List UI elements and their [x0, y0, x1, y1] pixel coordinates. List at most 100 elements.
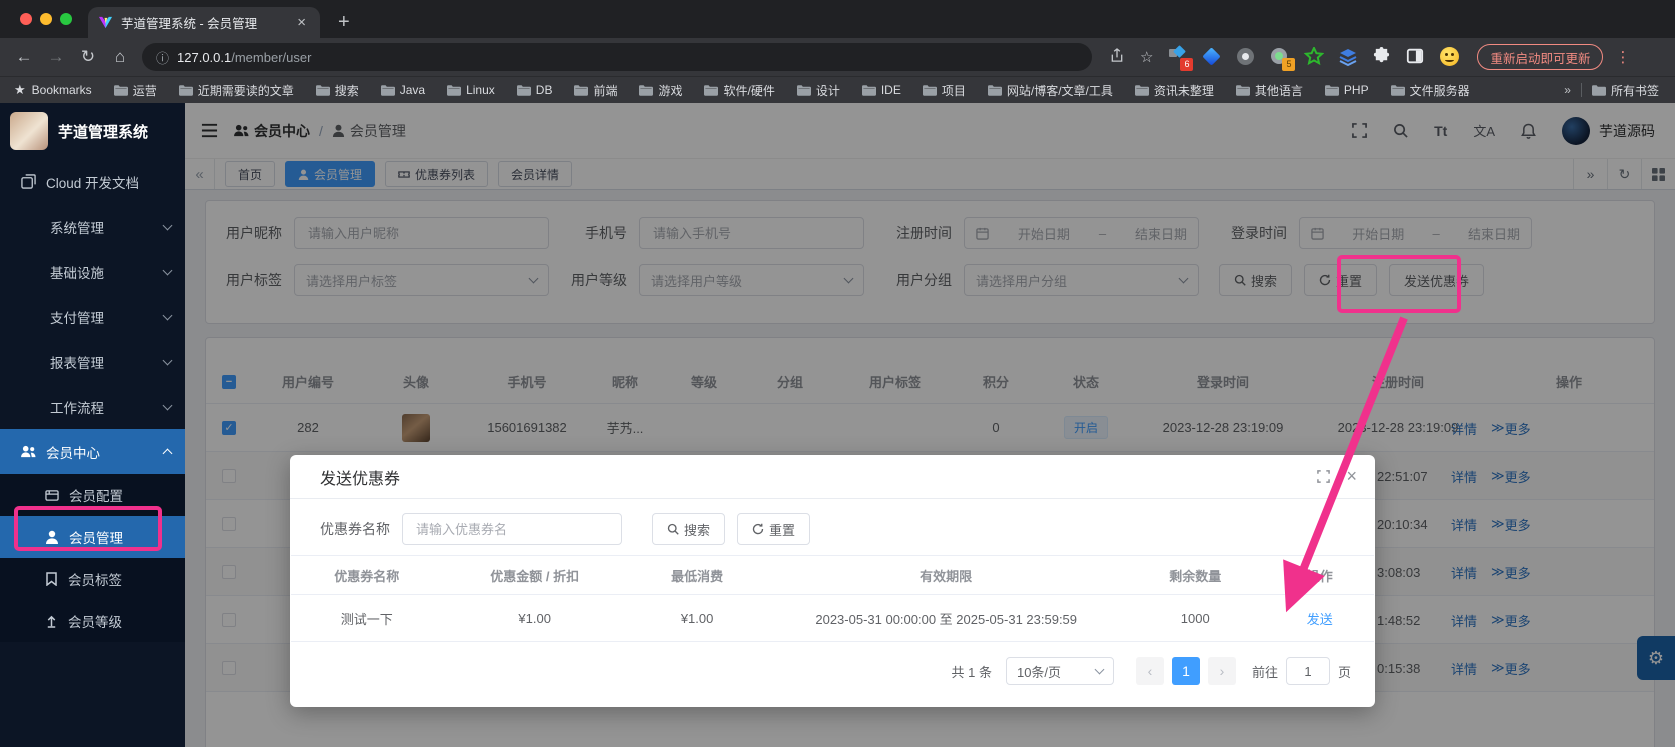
browser-tab[interactable]: 芋道管理系统 - 会员管理 ×	[88, 7, 320, 38]
site-info-icon[interactable]: ⓘ	[156, 48, 169, 67]
maximize-window-button[interactable]	[60, 13, 72, 25]
address-bar[interactable]: ⓘ 127.0.0.1/member/user	[142, 43, 1092, 71]
folder-icon	[1391, 85, 1405, 96]
sidebar-group[interactable]: 工作流程	[0, 384, 185, 429]
folder-icon	[114, 85, 128, 96]
folder-icon	[1592, 85, 1606, 96]
bookmarks-overflow-icon[interactable]: »	[1564, 83, 1571, 97]
window-controls	[20, 13, 80, 25]
bookmark-folder[interactable]: 软件/硬件	[704, 82, 774, 99]
chevron-down-icon	[163, 400, 173, 410]
coupon-name-input[interactable]	[414, 521, 610, 538]
sidebar-item-member-tag[interactable]: 会员标签	[0, 558, 185, 600]
all-bookmarks-folder[interactable]: 所有书签	[1592, 82, 1659, 99]
chrome-menu-icon[interactable]: ⋮	[1615, 48, 1630, 66]
sidebar-item-member-config[interactable]: 会员配置	[0, 474, 185, 516]
sidebar-item-member-manage[interactable]: 会员管理	[0, 516, 185, 558]
extension-diamond-icon[interactable]	[1202, 47, 1222, 67]
bookmark-folder[interactable]: 文件服务器	[1391, 82, 1470, 99]
bookmark-folder-label: Java	[400, 83, 425, 97]
sidebar-group[interactable]: 基础设施	[0, 249, 185, 294]
reload-icon[interactable]: ↻	[72, 47, 104, 67]
folder-icon	[1236, 85, 1250, 96]
bookmark-folder[interactable]: Java	[381, 83, 425, 97]
bookmark-folder[interactable]: 游戏	[639, 82, 682, 99]
chevron-down-icon	[163, 310, 173, 320]
prev-page-button[interactable]: ‹	[1136, 657, 1164, 685]
send-coupon-dialog: 发送优惠券 × 优惠券名称 搜索 重置	[290, 455, 1375, 707]
extension-adguard-icon[interactable]: 6	[1168, 47, 1188, 67]
back-icon[interactable]: ←	[8, 47, 40, 67]
folder-icon	[862, 85, 876, 96]
new-tab-button[interactable]: +	[338, 8, 350, 36]
chevron-down-icon	[163, 355, 173, 365]
sidebar-item-label: 会员等级	[68, 611, 122, 631]
minimize-window-button[interactable]	[40, 13, 52, 25]
share-icon[interactable]	[1110, 48, 1124, 67]
coupon-name-input-wrap	[402, 513, 622, 545]
sidebar-item-member-center[interactable]: 会员中心	[0, 429, 185, 474]
bookmark-folder[interactable]: 网站/博客/文章/工具	[988, 82, 1113, 99]
sidebar-group[interactable]: 报表管理	[0, 339, 185, 384]
bookmark-folder[interactable]: 运营	[114, 82, 157, 99]
coupon-table-row: 测试一下 ¥1.00 ¥1.00 2023-05-31 00:00:00 至 2…	[291, 595, 1374, 642]
bookmark-folder[interactable]: IDE	[862, 83, 901, 97]
sidebar-item-cloud-doc[interactable]: Cloud 开发文档	[0, 159, 185, 204]
refresh-icon	[752, 523, 764, 535]
bookmark-folder[interactable]: Linux	[447, 83, 495, 97]
extension-green-star-icon[interactable]	[1304, 47, 1324, 67]
bookmark-folder[interactable]: 前端	[574, 82, 617, 99]
forward-icon[interactable]: →	[40, 47, 72, 67]
sidebar-group[interactable]: 系统管理	[0, 204, 185, 249]
goto-page-input[interactable]	[1286, 657, 1330, 685]
bookmark-folder[interactable]: 其他语言	[1236, 82, 1303, 99]
folder-icon	[316, 85, 330, 96]
sidebar-group-label: 基础设施	[50, 262, 164, 282]
relaunch-to-update-button[interactable]: 重新启动即可更新	[1477, 44, 1603, 70]
page-size-select[interactable]: 10条/页	[1006, 657, 1114, 685]
extension-circle-icon[interactable]	[1236, 47, 1256, 67]
extension-green-circle-icon[interactable]: 5	[1270, 47, 1290, 67]
close-window-button[interactable]	[20, 13, 32, 25]
dialog-search-button[interactable]: 搜索	[652, 513, 725, 545]
divider	[1581, 83, 1582, 97]
folder-icon	[704, 85, 718, 96]
extension-layers-icon[interactable]	[1338, 47, 1358, 67]
profile-emoji-icon[interactable]	[1440, 47, 1460, 67]
bookmarks-label[interactable]: Bookmarks	[32, 83, 92, 97]
bookmark-folder[interactable]: DB	[517, 83, 553, 97]
app-logo	[10, 112, 48, 150]
bookmark-folder-label: 其他语言	[1255, 82, 1303, 99]
send-link[interactable]: 发送	[1266, 609, 1374, 628]
bookmark-folder[interactable]: 设计	[797, 82, 840, 99]
bookmark-folder[interactable]: 项目	[923, 82, 966, 99]
extensions-puzzle-icon[interactable]	[1372, 47, 1392, 67]
dialog-reset-button[interactable]: 重置	[737, 513, 810, 545]
dialog-close-icon[interactable]: ×	[1346, 466, 1357, 487]
extension-badge: 5	[1282, 58, 1295, 71]
bookmark-folder[interactable]: 近期需要读的文章	[179, 82, 294, 99]
home-icon[interactable]: ⌂	[104, 47, 136, 67]
config-icon	[45, 489, 59, 502]
col-actions: 操作	[1266, 566, 1374, 585]
bookmark-folder[interactable]: PHP	[1325, 83, 1369, 97]
bookmark-folder[interactable]: 搜索	[316, 82, 359, 99]
cell-coupon-amount: ¥1.00	[443, 611, 627, 626]
bookmark-folder[interactable]: 资讯未整理	[1135, 82, 1214, 99]
bookmarks-star-icon[interactable]: ★	[14, 82, 26, 98]
app-logo-block[interactable]: 芋道管理系统	[0, 103, 185, 159]
bookmark-star-icon[interactable]: ☆	[1140, 48, 1153, 66]
sidebar-group[interactable]: 支付管理	[0, 294, 185, 339]
chevron-up-icon	[163, 448, 173, 458]
current-page-button[interactable]: 1	[1172, 657, 1200, 685]
bookmark-folder-label: 网站/博客/文章/工具	[1007, 82, 1113, 99]
tab-close-icon[interactable]: ×	[293, 14, 310, 31]
sidebar-item-member-level[interactable]: 会员等级	[0, 600, 185, 642]
next-page-button[interactable]: ›	[1208, 657, 1236, 685]
sidebar-submenu: 会员配置 会员管理 会员标签 会员等级	[0, 474, 185, 642]
folder-icon	[797, 85, 811, 96]
dialog-header: 发送优惠券 ×	[290, 455, 1375, 499]
chevron-down-icon	[163, 220, 173, 230]
dialog-fullscreen-icon[interactable]	[1317, 470, 1330, 483]
side-panel-icon[interactable]	[1406, 47, 1426, 67]
